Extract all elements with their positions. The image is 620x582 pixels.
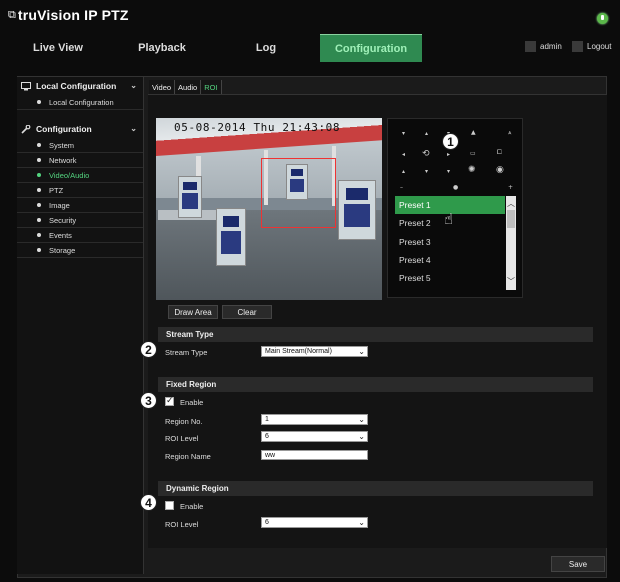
fuel-pump — [338, 180, 376, 240]
section-stream-type: Stream Type — [158, 327, 593, 342]
camera-view[interactable]: 05-08-2014 Thu 21:43:08 — [156, 118, 382, 300]
scrollbar-thumb[interactable] — [507, 210, 515, 228]
fixed-roi-level-select[interactable]: 6 ⌄ — [261, 431, 368, 442]
sidebar-item-storage[interactable]: Storage — [17, 243, 143, 258]
roi-region-box[interactable] — [261, 158, 336, 228]
arrow-down-left-icon[interactable]: ▴ — [402, 169, 405, 175]
save-button[interactable]: Save — [551, 556, 605, 572]
region-name-input[interactable]: ww — [261, 450, 368, 460]
user-name: admin — [540, 42, 562, 51]
user-icon — [525, 41, 536, 52]
callout-badge: 1 — [442, 133, 459, 150]
stream-type-select[interactable]: Main Stream(Normal) ⌄ — [261, 346, 368, 357]
subtab-roi[interactable]: ROI — [201, 80, 222, 94]
speed-slider-icon[interactable]: ● — [453, 185, 458, 191]
section-dynamic-region: Dynamic Region — [158, 481, 593, 496]
iris-open-icon[interactable]: ✺ — [468, 166, 476, 175]
brand-logo: ⧉ truVision IP PTZ — [8, 6, 129, 24]
zoom-out-icon[interactable]: ⩓ — [508, 130, 511, 136]
sidebar-item-ptz[interactable]: PTZ — [17, 183, 143, 198]
preset-scrollbar[interactable]: ︿ ﹀ — [506, 196, 516, 290]
help-icon[interactable] — [597, 13, 608, 24]
sidebar: Local Configuration ⌄ Local Configuratio… — [17, 77, 144, 574]
chevron-up-icon[interactable]: ︿ — [507, 198, 515, 209]
arrow-up-left-icon[interactable]: ▾ — [402, 131, 405, 137]
dynamic-enable-checkbox[interactable] — [165, 501, 174, 510]
fuel-pump — [178, 176, 202, 218]
dynamic-roi-level-select[interactable]: 6 ⌄ — [261, 517, 368, 528]
sidebar-item-video-audio[interactable]: Video/Audio — [17, 168, 143, 183]
sidebar-item-system[interactable]: System — [17, 138, 143, 153]
sidebar-item-network[interactable]: Network — [17, 153, 143, 168]
region-no-label: Region No. — [165, 417, 203, 426]
wrench-icon — [21, 124, 31, 134]
logout-link[interactable]: Logout — [572, 41, 611, 52]
arrow-right-icon[interactable]: ▸ — [447, 152, 450, 158]
clear-button[interactable]: Clear — [222, 305, 272, 319]
arrow-down-right-icon[interactable]: ▾ — [447, 169, 450, 175]
region-no-select[interactable]: 1 ⌄ — [261, 414, 368, 425]
monitor-icon — [21, 81, 31, 91]
callout-badge: 2 — [140, 341, 157, 358]
chevron-down-icon: ⌄ — [358, 347, 365, 356]
subtab-audio[interactable]: Audio — [175, 80, 202, 94]
subtab-video[interactable]: Video — [149, 80, 176, 94]
logout-icon — [572, 41, 583, 52]
arrow-up-icon[interactable]: ▴ — [425, 131, 428, 137]
fixed-roi-level-label: ROI Level — [165, 434, 199, 443]
user-account[interactable]: admin — [525, 41, 562, 52]
draw-area-button[interactable]: Draw Area — [168, 305, 218, 319]
callout-badge: 4 — [140, 494, 157, 511]
camera-osd-timestamp: 05-08-2014 Thu 21:43:08 — [174, 121, 341, 134]
region-name-label: Region Name — [165, 452, 211, 461]
dynamic-roi-level-label: ROI Level — [165, 520, 199, 529]
logout-label: Logout — [587, 42, 612, 51]
logo-icon: ⧉ — [8, 8, 16, 21]
chevron-down-icon[interactable]: ⌄ — [130, 81, 137, 90]
subtab-bar: Video Audio ROI — [149, 80, 222, 94]
speed-minus-icon[interactable]: – — [400, 185, 403, 191]
speed-plus-icon[interactable]: + — [508, 185, 513, 191]
dynamic-enable-label: Enable — [180, 502, 204, 511]
sidebar-group-local-title: Local Configuration — [36, 81, 117, 91]
tab-configuration[interactable]: Configuration — [320, 34, 422, 62]
focus-near-icon[interactable]: ▭ — [470, 151, 476, 157]
chevron-down-icon: ⌄ — [358, 518, 365, 527]
auto-pan-icon[interactable]: ⟲ — [422, 150, 430, 159]
arrow-down-icon[interactable]: ▾ — [425, 169, 428, 175]
preset-item[interactable]: Preset 4 — [395, 251, 505, 269]
chevron-down-icon: ⌄ — [358, 432, 365, 441]
tab-log[interactable]: Log — [208, 34, 324, 62]
iris-close-icon[interactable]: ◉ — [496, 166, 504, 175]
sidebar-item-events[interactable]: Events — [17, 228, 143, 243]
chevron-down-icon[interactable]: ⌄ — [130, 124, 137, 133]
sidebar-item-image[interactable]: Image — [17, 198, 143, 213]
hand-cursor-icon: ☝ — [444, 210, 454, 228]
zoom-in-icon[interactable]: ▲ — [471, 130, 476, 136]
sidebar-group-configuration-title: Configuration — [36, 124, 92, 134]
tab-live-view[interactable]: Live View — [0, 34, 116, 62]
sidebar-item-local-configuration[interactable]: Local Configuration — [17, 95, 143, 110]
sidebar-group-configuration[interactable]: Configuration ⌄ — [17, 120, 143, 138]
stream-type-label: Stream Type — [165, 348, 208, 357]
preset-item[interactable]: Preset 3 — [395, 233, 505, 251]
chevron-down-icon[interactable]: ﹀ — [507, 276, 515, 287]
focus-far-icon[interactable]: ⧠ — [497, 150, 502, 156]
section-fixed-region: Fixed Region — [158, 377, 593, 392]
sidebar-group-local[interactable]: Local Configuration ⌄ — [17, 77, 143, 95]
callout-badge: 3 — [140, 392, 157, 409]
preset-list: Preset 1 Preset 2 Preset 3 Preset 4 Pres… — [395, 196, 516, 290]
chevron-down-icon: ⌄ — [358, 415, 365, 424]
tab-playback[interactable]: Playback — [116, 34, 208, 62]
fixed-enable-label: Enable — [180, 398, 204, 407]
fuel-pump — [216, 208, 246, 266]
preset-item[interactable]: Preset 5 — [395, 269, 505, 287]
fixed-enable-checkbox[interactable] — [165, 396, 174, 406]
brand-name: truVision IP PTZ — [17, 7, 129, 23]
arrow-left-icon[interactable]: ◂ — [402, 152, 405, 158]
sidebar-item-security[interactable]: Security — [17, 213, 143, 228]
